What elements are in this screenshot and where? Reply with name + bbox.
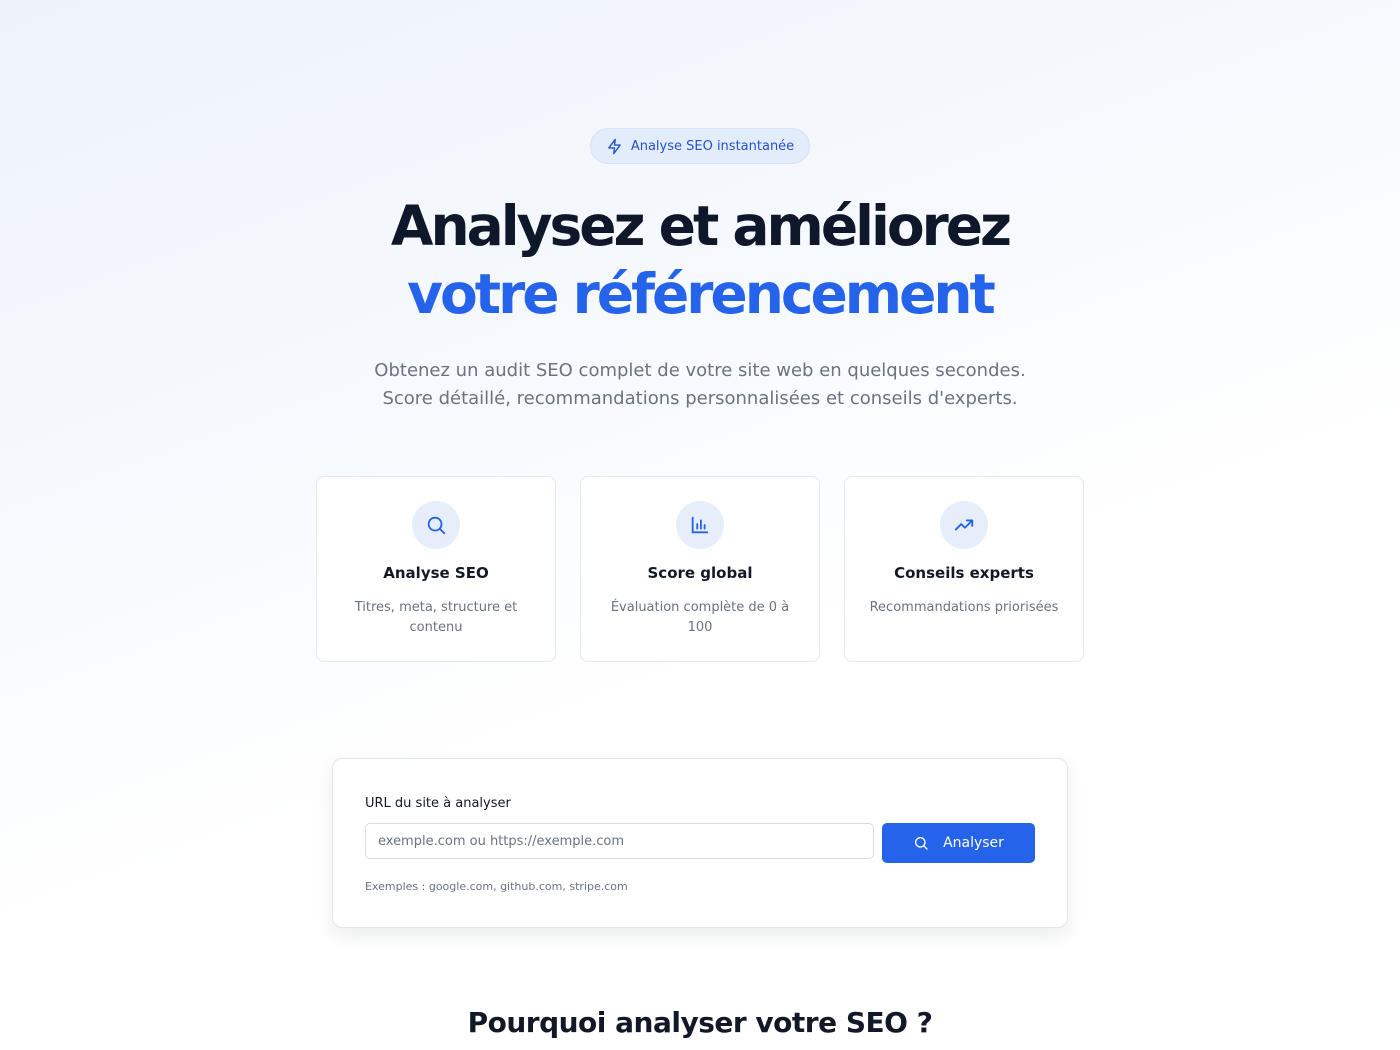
feature-description: Titres, meta, structure et contenu (354, 600, 518, 635)
trending-up-icon (954, 519, 974, 531)
feature-description: Recommandations priorisées (869, 600, 1059, 615)
hero-subtitle: Obtenez un audit SEO complet de votre si… (0, 357, 1400, 413)
hero-subtitle-line2: Score détaillé, recommandations personna… (382, 388, 1018, 409)
feature-card-expert-advice: Conseils experts Recommandations prioris… (844, 476, 1084, 662)
url-examples: Exemples : google.com, github.com, strip… (365, 880, 628, 893)
instant-analysis-badge: Analyse SEO instantanée (590, 128, 810, 164)
hero-title: Analysez et améliorez votre référencemen… (0, 192, 1400, 328)
feature-title: Conseils experts (894, 564, 1034, 582)
analyze-button[interactable]: Analyser (882, 823, 1035, 863)
feature-title: Analyse SEO (383, 564, 489, 582)
feature-card-seo-analysis: Analyse SEO Titres, meta, structure et c… (316, 476, 556, 662)
hero-subtitle-line1: Obtenez un audit SEO complet de votre si… (374, 360, 1026, 381)
search-icon (915, 837, 928, 850)
why-seo-section-title: Pourquoi analyser votre SEO ? (467, 1006, 933, 1039)
hero-title-line1: Analysez et améliorez (390, 194, 1012, 258)
feature-icon-circle (412, 501, 460, 549)
url-analysis-form: URL du site à analyser Analyser Exemples… (332, 758, 1068, 928)
feature-description: Évaluation complète de 0 à 100 (610, 600, 790, 635)
analyze-button-label: Analyser (943, 835, 1004, 851)
feature-title: Score global (647, 564, 753, 582)
url-field-label: URL du site à analyser (365, 796, 511, 811)
badge-label: Analyse SEO instantanée (630, 138, 795, 154)
search-icon (427, 516, 446, 535)
feature-icon-circle (676, 501, 724, 549)
url-input[interactable] (365, 823, 874, 859)
feature-card-global-score: Score global Évaluation complète de 0 à … (580, 476, 820, 662)
lightning-icon (607, 138, 621, 154)
feature-cards: Analyse SEO Titres, meta, structure et c… (316, 476, 1084, 662)
hero-title-line2: votre référencement (407, 262, 996, 326)
bar-chart-icon (691, 516, 709, 534)
feature-icon-circle (940, 501, 988, 549)
